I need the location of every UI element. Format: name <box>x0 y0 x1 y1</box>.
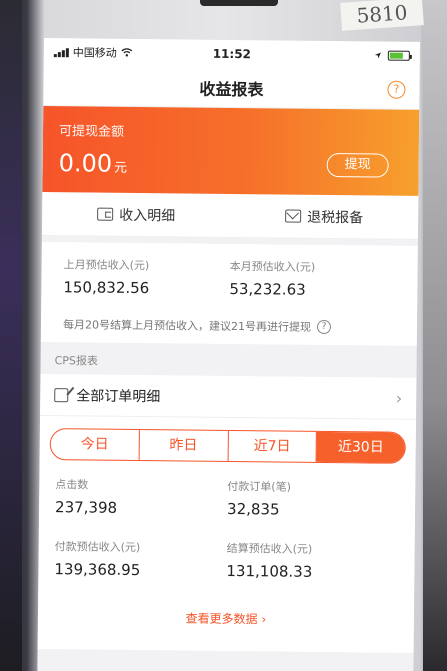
clicks-stat: 点击数 237,398 <box>55 476 227 518</box>
page-title: 收益报表 <box>199 79 264 99</box>
status-bar: 中国移动 11:52 <box>43 38 420 70</box>
settlement-note: 每月20号结算上月预估收入，建议21号再进行提现 ? <box>63 316 395 335</box>
all-orders-label: 全部订单明细 <box>76 387 161 405</box>
cps-stats: 今日 昨日 近7日 近30日 点击数 237,398 付款订单(笔) 32,83… <box>37 415 417 653</box>
withdrawable-label: 可提现金额 <box>58 124 125 140</box>
this-month-value: 53,232.63 <box>229 279 306 299</box>
help-icon[interactable]: ? <box>316 319 332 335</box>
tax-refund-label: 退税报备 <box>307 209 364 226</box>
settle-income-label: 结算预估收入(元) <box>226 541 313 556</box>
income-detail-label: 收入明细 <box>119 207 176 224</box>
currency-unit: 元 <box>113 160 128 176</box>
paid-orders-stat: 付款订单(笔) 32,835 <box>227 478 399 520</box>
cps-section-header: CPS报表 <box>54 354 98 368</box>
last-month-estimate: 上月预估收入(元) 150,832.56 <box>63 256 229 298</box>
chevron-right-icon: › <box>261 612 267 627</box>
tab-last-7-days[interactable]: 近7日 <box>228 430 318 462</box>
wallet-icon <box>97 207 114 221</box>
settle-income-stat: 结算预估收入(元) 131,108.33 <box>226 540 398 582</box>
envelope-icon <box>285 209 302 223</box>
photo-left-edge <box>0 0 22 671</box>
last-month-value: 150,832.56 <box>63 278 150 298</box>
help-icon[interactable]: ? <box>387 80 406 99</box>
settle-income-value: 131,108.33 <box>226 561 313 581</box>
tab-yesterday[interactable]: 昨日 <box>139 430 229 461</box>
tax-refund-button[interactable]: 退税报备 <box>230 205 418 227</box>
view-more-link[interactable]: 查看更多数据 › <box>48 608 404 643</box>
actions-bar: 收入明细 退税报备 <box>41 191 419 240</box>
pay-income-value: 139,368.95 <box>54 560 141 580</box>
income-estimates: 上月预估收入(元) 150,832.56 本月预估收入(元) 53,232.63… <box>40 241 418 346</box>
view-more-label: 查看更多数据 <box>185 611 258 627</box>
clicks-value: 237,398 <box>54 498 118 517</box>
this-month-estimate: 本月预估收入(元) 53,232.63 <box>229 258 395 300</box>
phone-earpiece <box>200 0 278 6</box>
settlement-note-text: 每月20号结算上月预估收入，建议21号再进行提现 <box>62 318 312 334</box>
last-month-label: 上月预估收入(元) <box>63 258 150 273</box>
phone-screen: 中国移动 11:52 收益报表 ? 可提现金额 0.00 元 提现 收入明细 退税… <box>37 38 420 671</box>
edit-icon <box>54 387 69 402</box>
this-month-label: 本月预估收入(元) <box>229 259 316 274</box>
tab-last-30-days[interactable]: 近30日 <box>316 431 405 463</box>
nav-bar: 收益报表 ? <box>43 65 420 110</box>
stats-grid: 点击数 237,398 付款订单(笔) 32,835 付款预估收入(元) 139… <box>48 460 405 582</box>
withdraw-button[interactable]: 提现 <box>326 152 389 178</box>
period-tabs: 今日 昨日 近7日 近30日 <box>49 428 406 464</box>
withdrawable-value: 0.00 <box>58 149 113 178</box>
pay-income-label: 付款预估收入(元) <box>54 540 141 555</box>
tab-today[interactable]: 今日 <box>50 429 140 461</box>
estimates-row: 上月预估收入(元) 150,832.56 本月预估收入(元) 53,232.63 <box>63 256 395 299</box>
withdrawable-banner: 可提现金额 0.00 元 提现 <box>42 105 420 196</box>
all-orders-row[interactable]: 全部订单明细 › <box>40 373 417 420</box>
clicks-label: 点击数 <box>55 478 89 492</box>
paid-orders-label: 付款订单(笔) <box>227 479 291 494</box>
paid-orders-value: 32,835 <box>226 499 280 519</box>
battery-icon <box>387 50 410 61</box>
photo-right-edge <box>423 0 447 671</box>
income-detail-button[interactable]: 收入明细 <box>42 203 230 225</box>
chevron-right-icon: › <box>395 388 403 408</box>
pay-income-stat: 付款预估收入(元) 139,368.95 <box>54 538 226 580</box>
